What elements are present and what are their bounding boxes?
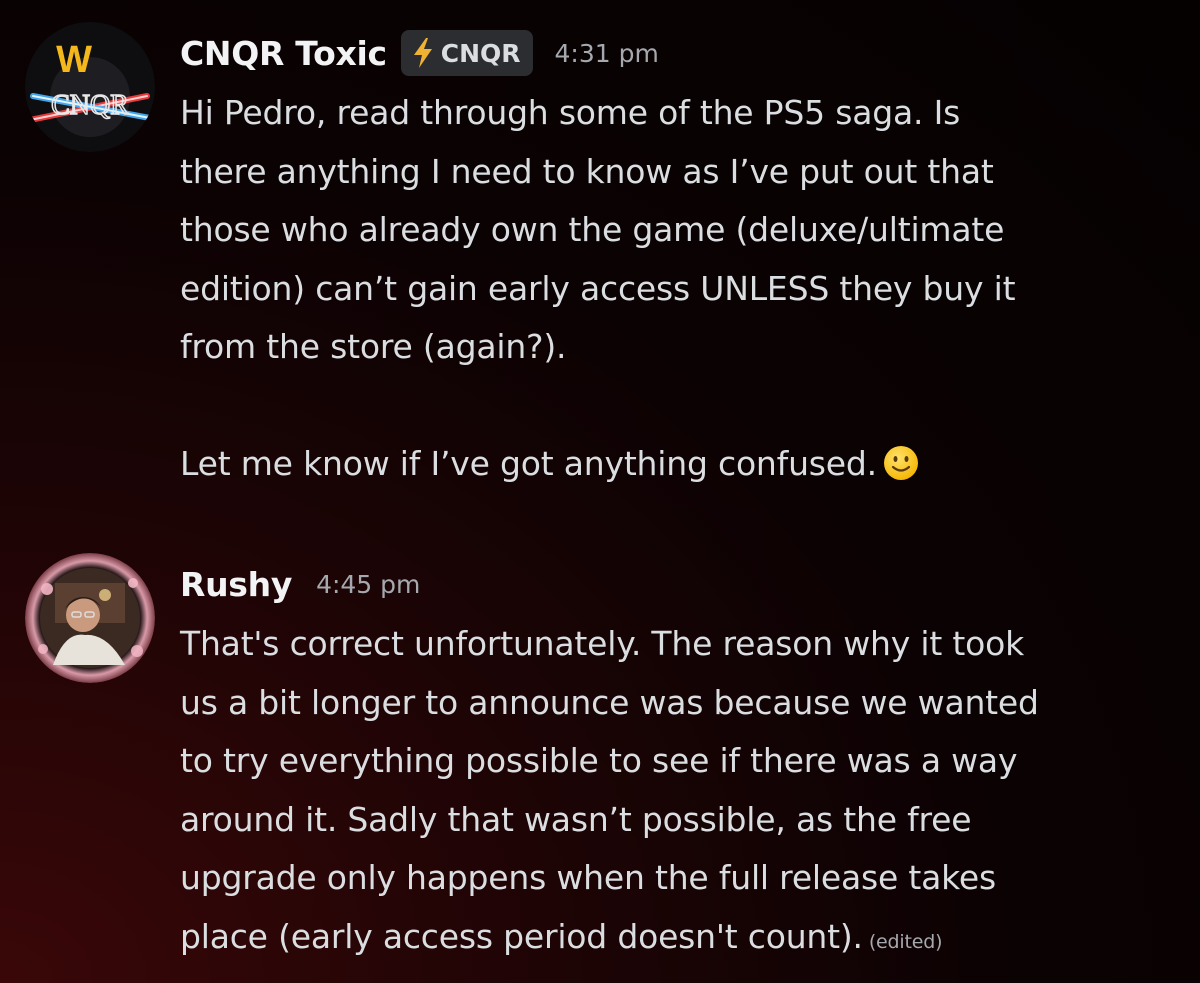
message-line: That's correct unfortunately. The reason… [180, 624, 1025, 663]
message-line: us a bit longer to announce was because … [180, 682, 1039, 722]
message-line: edition) can’t gain early access UNLESS … [180, 268, 1016, 308]
message-header: Rushy 4:45 pm [180, 553, 1180, 615]
message-line: around it. Sadly that wasn’t possible, a… [180, 799, 972, 839]
server-tag-label: CNQR [440, 38, 521, 68]
message-line: those who already own the game (deluxe/u… [180, 210, 1005, 249]
message-line: there anything I need to know as I’ve pu… [180, 151, 994, 191]
message-line: Hi Pedro, read through some of the PS5 s… [180, 93, 961, 132]
message-line: to try everything possible to see if the… [180, 741, 1018, 780]
timestamp[interactable]: 4:31 pm [555, 39, 659, 68]
message-header: CNQR Toxic CNQR 4:31 pm [180, 22, 1180, 84]
message-line-final: place (early access period doesn't count… [180, 908, 1180, 972]
avatar[interactable]: W CNQR [25, 22, 155, 152]
server-tag[interactable]: CNQR [400, 30, 533, 76]
message-content: CNQR Toxic CNQR 4:31 pm Hi Pedro, read t… [180, 22, 1180, 494]
slightly-smiling-face-icon[interactable] [883, 445, 919, 481]
message-line: from the store (again?). [180, 327, 567, 366]
avatar[interactable] [25, 553, 155, 683]
username[interactable]: Rushy [180, 565, 292, 604]
message-body: That's correct unfortunately. The reason… [180, 615, 1180, 971]
svg-text:W: W [56, 39, 92, 81]
message-content: Rushy 4:45 pm That's correct unfortunate… [180, 553, 1180, 971]
cnqr-logo-avatar: W CNQR [25, 22, 155, 152]
message-body: Hi Pedro, read through some of the PS5 s… [180, 84, 1180, 494]
paragraph-break [180, 377, 1180, 436]
lightning-icon [413, 38, 432, 68]
timestamp[interactable]: 4:45 pm [316, 570, 420, 599]
message-line: Let me know if I’ve got anything confuse… [180, 444, 877, 483]
message-line: place (early access period doesn't count… [180, 916, 863, 956]
svg-text:CNQR: CNQR [51, 90, 129, 121]
edited-label: (edited) [868, 930, 943, 953]
username[interactable]: CNQR Toxic [180, 34, 387, 73]
message-line: upgrade only happens when the full relea… [180, 858, 996, 897]
user-photo-avatar [25, 553, 155, 683]
message-line-final: Let me know if I’ve got anything confuse… [180, 435, 1180, 494]
